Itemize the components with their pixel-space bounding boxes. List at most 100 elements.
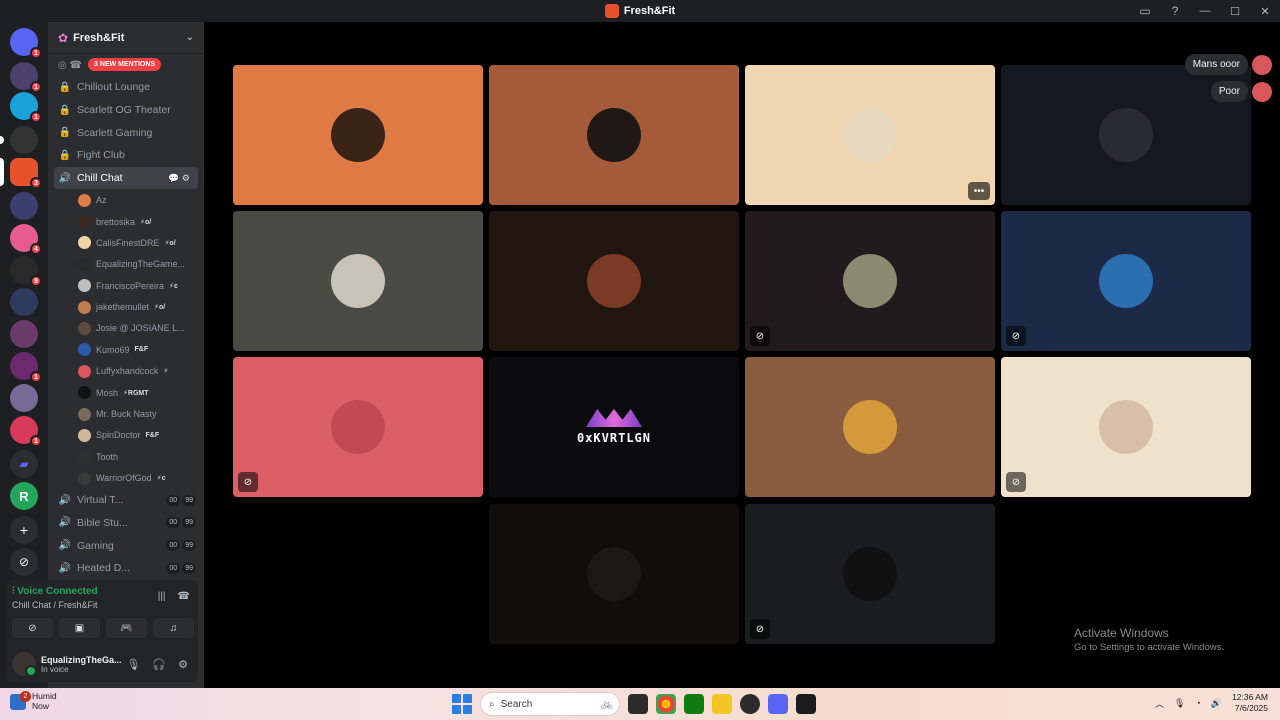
weather-widget[interactable]: 2 Humid Now — [10, 690, 57, 712]
discover-icon[interactable]: ⊘ — [10, 548, 38, 576]
avatar — [1099, 108, 1153, 162]
participant-tile[interactable]: ••• — [745, 65, 995, 205]
channel-2[interactable]: 🔒 Scarlett Gaming — [48, 121, 204, 144]
voice-user[interactable]: Kumo69 F&F — [48, 339, 204, 360]
microphone-icon[interactable]: 🎙 — [126, 658, 140, 671]
voice-user[interactable]: EqualizingTheGame... — [48, 254, 204, 275]
server-icon[interactable] — [10, 192, 38, 220]
voice-channel[interactable]: 🔊 Gaming 00 99 — [48, 534, 204, 557]
participant-tile[interactable]: ⊘ — [745, 504, 995, 644]
voice-user[interactable]: jakethemullet ⚡o/ — [48, 296, 204, 317]
chrome-icon[interactable] — [656, 694, 676, 714]
server-icon[interactable]: R — [10, 482, 38, 510]
server-icon[interactable] — [0, 126, 38, 154]
voice-user[interactable]: Josie @ JOSIANE L... — [48, 318, 204, 339]
server-icon[interactable]: 1 — [10, 92, 42, 123]
new-mentions-pill[interactable]: 3 NEW MENTIONS — [88, 58, 162, 71]
participant-tile[interactable]: 0xKVRTLGN — [489, 357, 739, 497]
disconnect-icon[interactable]: ☎ — [178, 591, 190, 602]
voice-user[interactable]: FranciscoPereira ⚡c — [48, 275, 204, 296]
more-options-button[interactable]: ••• — [968, 182, 990, 200]
inbox-icon[interactable]: ▭ — [1130, 0, 1160, 22]
chevron-down-icon[interactable]: ⌄ — [186, 32, 194, 43]
avatar — [843, 108, 897, 162]
participant-logo: 0xKVRTLGN — [577, 409, 651, 445]
participant-tile[interactable]: ⊘ — [1001, 357, 1251, 497]
settings-gear-icon[interactable]: ⚙ — [178, 658, 188, 671]
noise-suppression-icon[interactable]: ||| — [158, 591, 166, 602]
avatar — [78, 364, 91, 378]
participant-tile[interactable] — [489, 211, 739, 351]
speaker-icon: 🔊 — [58, 562, 72, 574]
voice-user[interactable]: Tooth — [48, 446, 204, 467]
voice-user[interactable]: Mosh ⚡RGMT — [48, 382, 204, 403]
voice-user[interactable]: WarriorOfGod ⚡c — [48, 468, 204, 489]
voice-user[interactable]: Luffyxhandcock ⚡ — [48, 361, 204, 382]
voice-channel[interactable]: 🔊 Bible Stu... 00 99 — [48, 512, 204, 535]
terminal-icon[interactable] — [796, 694, 816, 714]
server-icon[interactable]: 1 — [10, 416, 42, 447]
xbox-icon[interactable] — [684, 694, 704, 714]
screen-share-button[interactable]: ▣ — [59, 618, 100, 638]
maximize-button[interactable]: ☐ — [1220, 0, 1250, 22]
volume-icon[interactable]: 🔊 — [1211, 698, 1222, 709]
server-icon[interactable] — [10, 320, 38, 348]
discord-icon[interactable] — [768, 694, 788, 714]
participant-tile[interactable]: ⊘ — [745, 211, 995, 351]
avatar — [587, 547, 641, 601]
home-icon[interactable]: 1 — [10, 28, 42, 59]
voice-user[interactable]: brettosika ⚡o/ — [48, 211, 204, 232]
participant-tile[interactable] — [489, 65, 739, 205]
server-icon[interactable] — [10, 288, 38, 316]
file-explorer-icon[interactable] — [712, 694, 732, 714]
app-icon[interactable] — [740, 694, 760, 714]
help-icon[interactable]: ? — [1160, 0, 1190, 22]
voice-channel[interactable]: 🔊 Virtual T... 00 99 — [48, 489, 204, 512]
microphone-icon[interactable]: 🎙 — [1174, 698, 1185, 709]
start-button[interactable] — [452, 694, 472, 714]
headphones-icon[interactable]: 🎧 — [152, 658, 166, 671]
participant-tile[interactable] — [233, 65, 483, 205]
server-icon[interactable]: 1 — [10, 62, 42, 93]
avatar — [78, 428, 91, 442]
activities-button[interactable]: 🎮 — [106, 618, 147, 638]
server-icon-fresh-fit[interactable]: 3 — [0, 158, 42, 189]
participant-tile[interactable] — [745, 357, 995, 497]
chat-icon[interactable]: 💬 ⚙ — [168, 173, 190, 184]
channel-0[interactable]: 🔒 Chillout Lounge — [48, 76, 204, 99]
camera-off-button[interactable]: ⊘ — [12, 618, 53, 638]
clock[interactable]: 12:36 AM 7/6/2025 — [1232, 692, 1268, 714]
server-icon[interactable]: 9 — [10, 256, 42, 287]
voice-user[interactable]: CalisFinestDRE ⚡o/ — [48, 232, 204, 253]
voice-user[interactable]: Az — [48, 189, 204, 210]
soundboard-button[interactable]: ♫ — [153, 618, 194, 638]
app-icon — [604, 4, 619, 18]
folder-icon[interactable]: ▰ — [10, 450, 38, 478]
taskbar-search[interactable]: ⌕ Search 🚲 — [480, 692, 620, 716]
user-panel[interactable]: EqualizingTheGa... In voice 🎙 🎧 ⚙ — [12, 650, 192, 678]
search-icon: ⌕ — [489, 698, 495, 710]
participant-tile[interactable] — [233, 211, 483, 351]
task-view-icon[interactable] — [628, 694, 648, 714]
voice-user[interactable]: SpinDoctor F&F — [48, 425, 204, 446]
server-icon[interactable] — [10, 384, 38, 412]
guild-header[interactable]: ✿ Fresh&Fit ⌄ — [48, 22, 204, 54]
voice-user[interactable]: Mr. Buck Nasty — [48, 403, 204, 424]
chevron-up-icon[interactable]: ︿ — [1155, 697, 1164, 710]
voice-location[interactable]: Chill Chat / Fresh&Fit — [12, 600, 98, 610]
close-button[interactable]: ✕ — [1250, 0, 1280, 22]
participant-tile[interactable]: ⊘ — [233, 357, 483, 497]
server-icon[interactable]: 4 — [10, 224, 42, 255]
server-icon[interactable]: 1 — [10, 352, 42, 383]
channel-4[interactable]: 🔊 Chill Chat 💬 ⚙ — [54, 166, 198, 190]
add-server-icon[interactable]: + — [10, 516, 38, 544]
participant-tile[interactable]: ⊘ — [1001, 211, 1251, 351]
channel-1[interactable]: 🔒 Scarlett OG Theater — [48, 99, 204, 122]
wifi-icon[interactable]: ◔ — [1195, 698, 1200, 708]
avatar — [78, 343, 91, 357]
participant-tile[interactable] — [489, 504, 739, 644]
minimize-button[interactable]: — — [1190, 0, 1220, 22]
muted-mic-icon: ⊘ — [1006, 472, 1026, 492]
voice-channel[interactable]: 🔊 Heated D... 00 99 — [48, 557, 204, 580]
channel-3[interactable]: 🔒 Fight Club — [48, 144, 204, 167]
